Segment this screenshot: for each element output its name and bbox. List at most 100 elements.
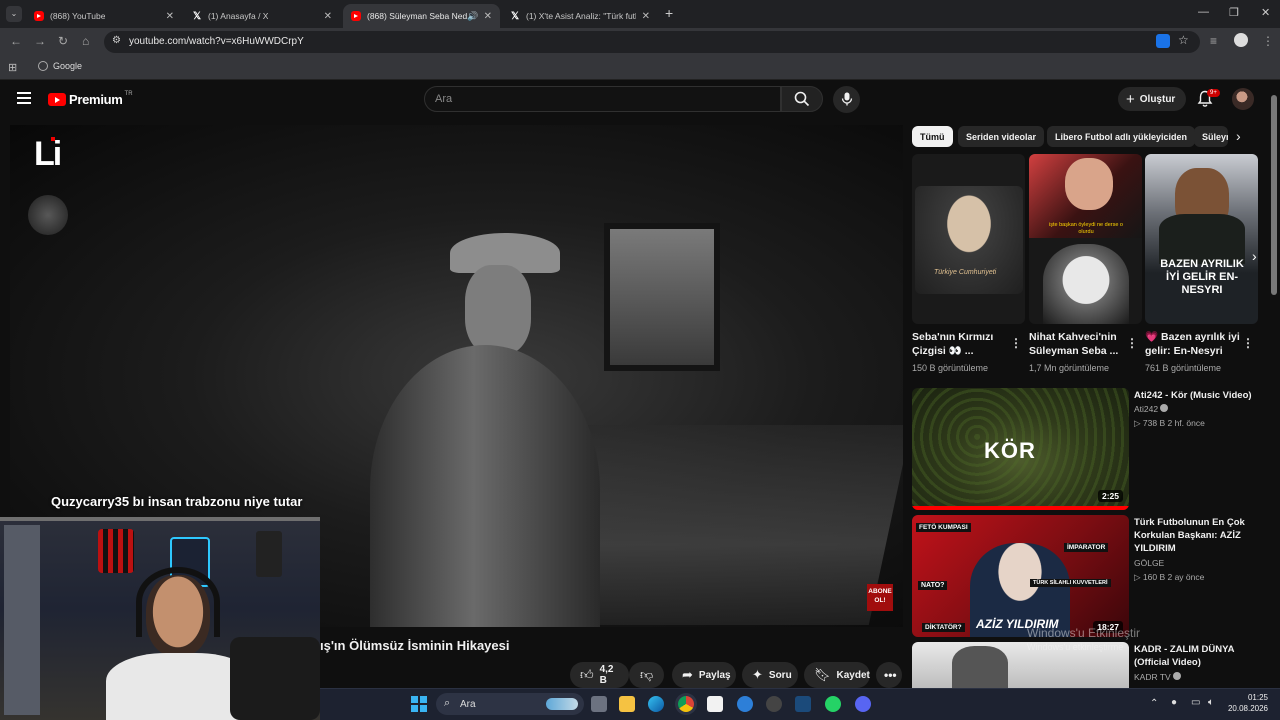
site-info-icon[interactable]: ⚙ [112,35,121,46]
hamburger-menu-icon[interactable] [17,92,31,104]
short-menu-icon[interactable]: ⋮ [1242,336,1254,350]
ask-button[interactable]: ✦ Soru [742,662,798,688]
app-icon[interactable] [737,696,753,712]
user-avatar[interactable] [1232,88,1254,110]
channel-name: KADR TV [1134,672,1171,682]
task-view-icon[interactable] [591,696,607,712]
minimize-icon[interactable]: — [1198,6,1209,18]
apps-grid-icon[interactable]: ⊞ [8,61,17,74]
dislike-button[interactable]: 👎︎ [629,662,664,688]
short-title[interactable]: Nihat Kahveci'nin Süleyman Seba ... [1029,330,1124,358]
create-button[interactable]: + Oluştur [1118,87,1186,111]
tab-x-home[interactable]: 𝕏 (1) Anasayfa / X ✕ [184,4,340,28]
video-thumbnail[interactable]: FETÖ KUMPASI İMPARATOR NATO? TÜRK SİLAHL… [912,515,1129,637]
taskbar-clock[interactable]: 01:25 20.08.2026 [1222,692,1268,714]
home-icon[interactable]: ⌂ [82,34,89,48]
short-thumbnail[interactable]: BAZEN AYRILIK İYİ GELİR EN-NESYRI [1145,154,1258,324]
tab-x-post[interactable]: 𝕏 (1) X'te Asist Analiz: "Türk futbol ✕ [502,4,658,28]
page-scrollbar[interactable] [1268,81,1280,688]
like-button[interactable]: 👍︎ 4,2 B [570,662,629,688]
subscribe-badge[interactable]: ABONE OL! [867,584,893,611]
close-window-icon[interactable]: ✕ [1261,6,1270,19]
video-title-link[interactable]: Türk Futbolunun En Çok Korkulan Başkanı:… [1134,516,1264,555]
chrome-icon[interactable] [678,696,694,712]
tray-network-icon[interactable]: ▭ [1191,697,1200,708]
reload-icon[interactable]: ↻ [58,34,68,48]
video-channel[interactable]: KADR TV [1134,672,1182,682]
shorts-next-chevron-icon[interactable]: › [1252,248,1257,264]
menu-kebab-icon[interactable]: ⋮ [1262,34,1274,48]
video-thumbnail[interactable]: KÖR 2:25 [912,388,1129,510]
video-channel[interactable]: Ati242 [1134,404,1169,414]
short-title[interactable]: Seba'nın Kırmızı Çizgisi 👀 ... [912,330,1007,358]
verified-icon [1160,404,1169,412]
youtube-premium-logo[interactable]: Premium TR [48,91,133,107]
short-thumbnail[interactable]: işte başkan öyleydi ne derse o olurdu [1029,154,1142,324]
tray-chevron-icon[interactable]: ⌃ [1150,698,1158,709]
webcam-chair [230,637,320,720]
scrollbar-thumb[interactable] [1271,95,1277,295]
headphones [136,567,220,637]
new-tab-icon[interactable]: + [665,5,673,21]
chip-all[interactable]: Tümü [912,126,953,147]
file-explorer-icon[interactable] [619,696,635,712]
tray-mic-icon[interactable]: ● [1171,697,1177,708]
media-controls-icon[interactable]: ≡ [1210,34,1217,48]
tab-close-icon[interactable]: ✕ [484,11,492,22]
channel-name: Ati242 [1134,404,1159,414]
forward-icon[interactable]: → [34,34,46,48]
share-button[interactable]: ➦ Paylaş [672,662,736,688]
short-menu-icon[interactable]: ⋮ [1126,336,1138,350]
windows-start-icon[interactable] [411,696,427,712]
url-bar[interactable]: ⚙ youtube.com/watch?v=x6HuWWDCrpY ☆ [104,31,1200,53]
short-title[interactable]: 💗 Bazen ayrılık iyi gelir: En-Nesyri [1145,330,1240,358]
channel-watermark-logo: Li [34,135,62,174]
chip-uploader[interactable]: Libero Futbol adlı yükleyiciden [1047,126,1196,147]
thumbs-up-icon: 👍︎ [580,667,594,682]
steam-icon[interactable] [795,696,811,712]
short-thumbnail[interactable]: Türkiye Cumhuriyeti [912,154,1025,324]
tab-label: (1) X'te Asist Analiz: "Türk futbol [526,11,636,21]
chip-series[interactable]: Seriden videolar [958,126,1045,147]
maximize-icon[interactable]: ❐ [1229,6,1239,19]
save-button[interactable]: 🔖︎ Kaydet [804,662,870,688]
youtube-favicon-icon [351,11,361,21]
whatsapp-icon[interactable] [825,696,841,712]
tray-volume-icon[interactable]: 🔈︎ [1208,697,1214,708]
search-button[interactable] [781,86,823,112]
back-icon[interactable]: ← [10,34,22,48]
discord-icon[interactable] [855,696,871,712]
chip-suleyman[interactable]: Süleyman [1194,126,1228,147]
bookmark-star-icon[interactable]: ☆ [1178,33,1189,47]
video-title-link[interactable]: KADR - ZALIM DÜNYA (Official Video) [1134,643,1264,669]
tab-close-icon[interactable]: ✕ [324,11,332,22]
tab-active-video[interactable]: (868) Süleyman Seba Neden 🔊 ✕ [343,4,500,28]
chips-next-chevron-icon[interactable]: › [1236,128,1241,144]
jersey-dark [256,531,282,577]
video-channel[interactable]: GÖLGE [1134,558,1164,568]
taskbar-search[interactable]: ⌕ Ara [436,693,584,715]
tab-search-button[interactable]: ⌄ [6,6,22,22]
more-actions-button[interactable]: ••• [876,662,902,688]
translate-icon[interactable] [1156,34,1170,48]
profile-icon[interactable] [1234,33,1248,47]
speaker-icon[interactable]: 🔊 [467,11,478,22]
github-desktop-icon[interactable] [766,696,782,712]
x-favicon-icon: 𝕏 [192,10,202,22]
edge-icon[interactable] [648,696,664,712]
short-menu-icon[interactable]: ⋮ [1010,336,1022,350]
short-thumb-face [1065,158,1113,210]
x-favicon-icon: 𝕏 [510,10,520,22]
tab-youtube-home[interactable]: (868) YouTube ✕ [26,4,182,28]
voice-search-button[interactable] [833,86,860,113]
bookmark-icon: 🔖︎ [814,667,831,682]
youtube-favicon-icon [34,11,44,21]
scene-lamp [28,195,68,235]
tab-close-icon[interactable]: ✕ [642,11,650,22]
store-icon[interactable] [707,696,723,712]
search-input[interactable] [425,87,780,111]
google-bookmark[interactable]: Google [38,61,82,71]
video-title-link[interactable]: Ati242 - Kör (Music Video) [1134,389,1264,402]
tab-close-icon[interactable]: ✕ [166,11,174,22]
microphone-icon [841,92,853,106]
